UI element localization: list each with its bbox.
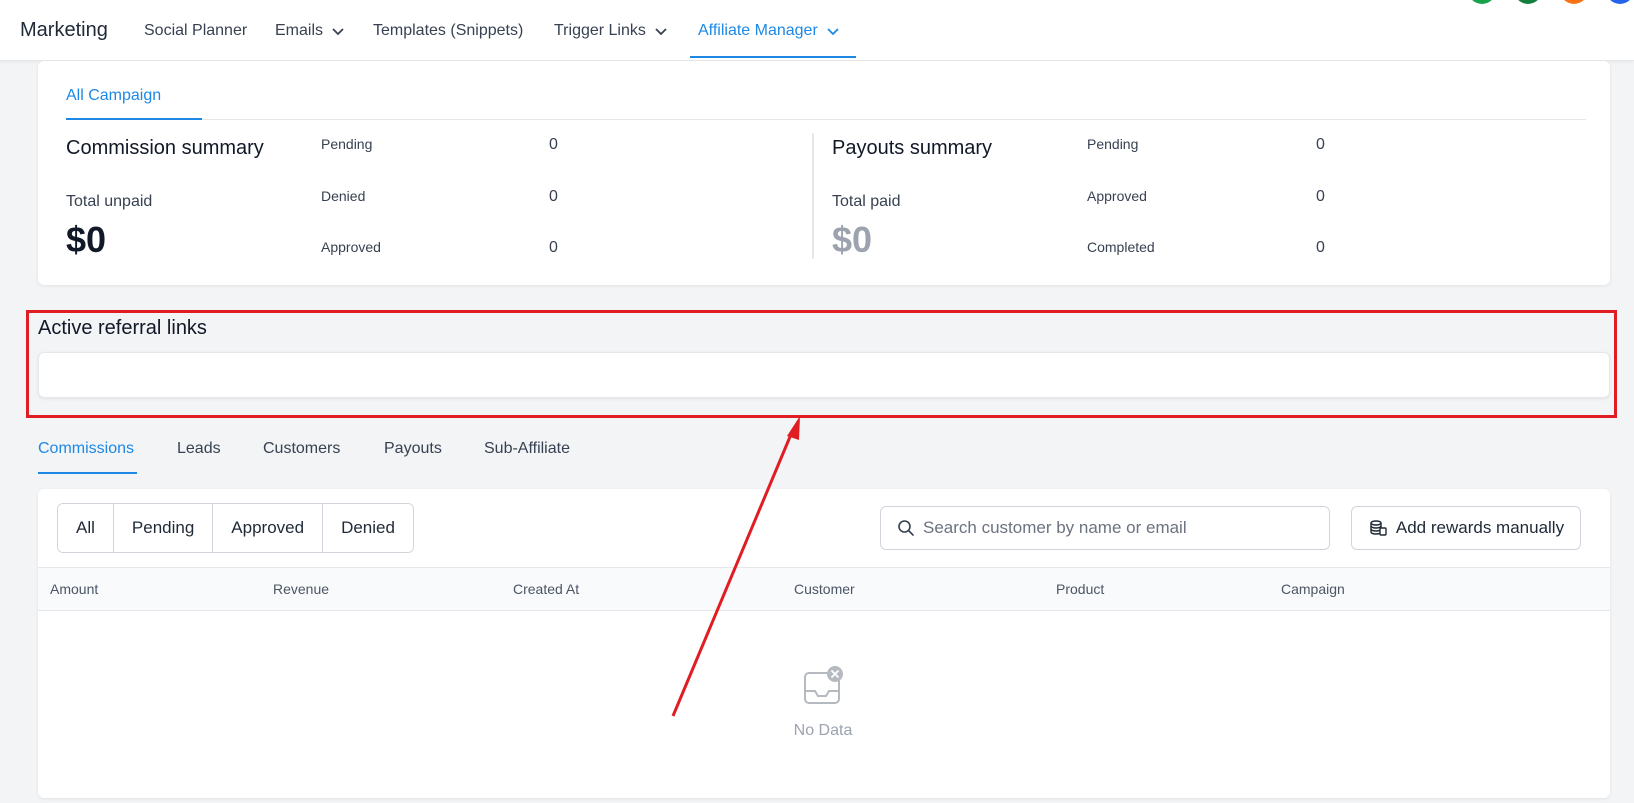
- nav-social-planner-label: Social Planner: [144, 22, 248, 39]
- column-revenue[interactable]: Revenue: [273, 581, 329, 597]
- commission-denied-label: Denied: [321, 188, 366, 204]
- chevron-down-icon: [655, 28, 667, 36]
- total-unpaid-label: Total unpaid: [66, 193, 153, 210]
- nav-social-planner[interactable]: Social Planner: [144, 22, 247, 40]
- payouts-completed-label: Completed: [1087, 239, 1155, 255]
- payouts-approved-label: Approved: [1087, 188, 1147, 204]
- search-input[interactable]: [923, 518, 1303, 538]
- payouts-pending-label: Pending: [1087, 136, 1139, 152]
- total-unpaid-amount: $0: [66, 219, 107, 260]
- commission-pending-value: 0: [549, 136, 558, 153]
- column-customer[interactable]: Customer: [794, 581, 855, 597]
- commission-pending-label: Pending: [321, 136, 373, 152]
- avatar[interactable]: [1606, 0, 1634, 4]
- nav-affiliate-manager[interactable]: Affiliate Manager: [698, 22, 840, 40]
- top-nav: Marketing Social Planner Emails Template…: [0, 0, 1634, 61]
- payouts-summary-title: Payouts summary: [832, 137, 993, 159]
- nav-emails-label: Emails: [275, 22, 324, 39]
- commission-approved-value: 0: [549, 239, 558, 256]
- tab-payouts[interactable]: Payouts: [384, 440, 442, 458]
- filter-pending-button[interactable]: Pending: [113, 504, 214, 552]
- nav-trigger-links[interactable]: Trigger Links: [554, 22, 668, 40]
- search-box: [880, 506, 1330, 550]
- commissions-card: All Pending Approved Denied Add rewards …: [38, 489, 1610, 798]
- total-paid-label: Total paid: [832, 193, 901, 210]
- chevron-down-icon: [332, 28, 344, 36]
- table-header: Amount Revenue Created At Customer Produ…: [38, 567, 1610, 611]
- column-created-at[interactable]: Created At: [513, 581, 579, 597]
- payouts-completed-value: 0: [1316, 239, 1325, 256]
- filter-denied-button[interactable]: Denied: [323, 504, 413, 552]
- tab-commissions[interactable]: Commissions: [38, 440, 134, 458]
- filter-all-button[interactable]: All: [58, 504, 114, 552]
- nav-emails[interactable]: Emails: [275, 22, 345, 40]
- coins-icon: [1370, 520, 1387, 536]
- column-campaign[interactable]: Campaign: [1281, 581, 1345, 597]
- no-data-label: No Data: [793, 722, 853, 739]
- search-icon: [898, 520, 914, 536]
- user-avatars: [1468, 0, 1634, 4]
- nav-active-indicator: [690, 56, 856, 58]
- column-product[interactable]: Product: [1056, 581, 1104, 597]
- commission-summary-title: Commission summary: [66, 137, 264, 159]
- nav-templates-label: Templates (Snippets): [373, 22, 524, 39]
- empty-inbox-icon: [804, 666, 843, 704]
- highlight-box: [26, 310, 1617, 418]
- tab-active-indicator: [66, 118, 202, 120]
- add-rewards-label: Add rewards manually: [1395, 518, 1565, 537]
- column-amount[interactable]: Amount: [50, 581, 98, 597]
- avatar[interactable]: [1560, 0, 1588, 4]
- add-rewards-button[interactable]: Add rewards manually: [1351, 506, 1581, 550]
- tab-all-campaign[interactable]: All Campaign: [66, 87, 161, 105]
- summary-card: All Campaign Commission summary Total un…: [38, 61, 1610, 285]
- divider: [66, 119, 1586, 120]
- status-filter-group: All Pending Approved Denied: [57, 503, 414, 553]
- tab-sub-affiliate[interactable]: Sub-Affiliate: [484, 440, 570, 458]
- brand-title: Marketing: [20, 19, 108, 41]
- payouts-approved-value: 0: [1316, 188, 1325, 205]
- empty-state: No Data: [783, 665, 863, 740]
- filter-approved-button[interactable]: Approved: [213, 504, 324, 552]
- nav-affiliate-manager-label: Affiliate Manager: [698, 22, 818, 39]
- tab-leads[interactable]: Leads: [177, 440, 221, 458]
- chevron-down-icon: [827, 28, 839, 36]
- commission-denied-value: 0: [549, 188, 558, 205]
- nav-trigger-links-label: Trigger Links: [554, 22, 646, 39]
- total-paid-amount: $0: [832, 219, 873, 260]
- avatar[interactable]: [1468, 0, 1496, 4]
- avatar[interactable]: [1514, 0, 1542, 4]
- tab-active-indicator: [38, 472, 137, 474]
- commission-approved-label: Approved: [321, 239, 381, 255]
- nav-templates[interactable]: Templates (Snippets): [373, 22, 523, 40]
- tab-customers[interactable]: Customers: [263, 440, 340, 458]
- payouts-pending-value: 0: [1316, 136, 1325, 153]
- summary-separator: [812, 133, 814, 259]
